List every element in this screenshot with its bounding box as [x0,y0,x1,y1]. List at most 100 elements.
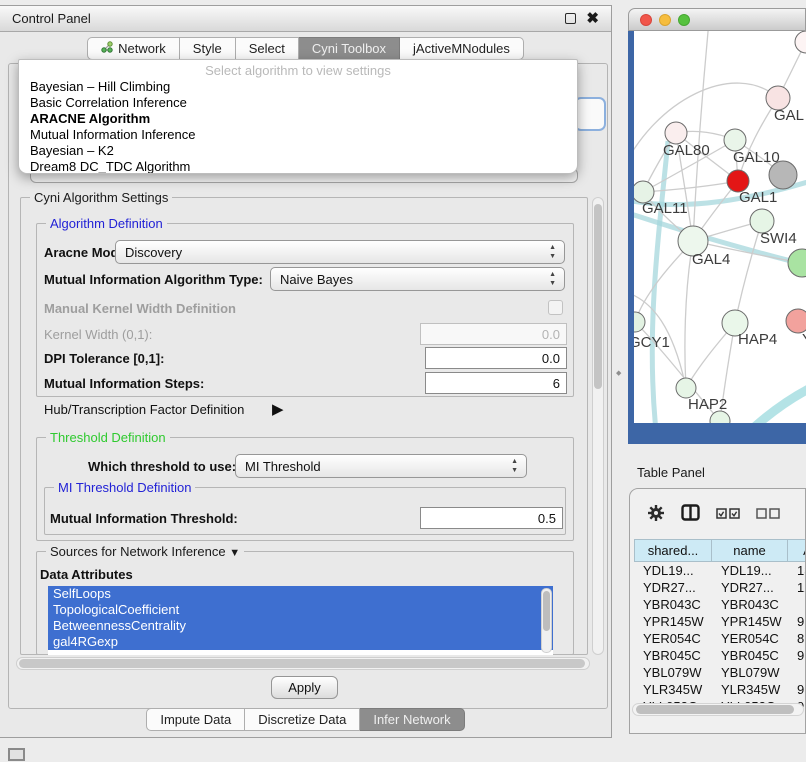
network-edge[interactable] [750,379,806,423]
algorithm-option-basic-correlation-inference[interactable]: Basic Correlation Inference [19,95,577,111]
network-window-frame: GALGAL80GAL10GAL1GAL11SWI4GAL4GCY1HAP4YH… [628,31,806,444]
network-edge[interactable] [693,31,709,241]
close-icon[interactable]: ✖ [586,13,599,24]
threshold-definition-title: Threshold Definition [46,430,170,445]
table-cell: 9. [788,613,806,630]
unchecked-boxes-icon[interactable] [756,507,780,522]
network-edge[interactable] [735,221,762,323]
occluded-combo-focus-ring [574,97,606,131]
tab-impute-data[interactable]: Impute Data [146,708,245,731]
tab-select[interactable]: Select [236,37,299,60]
mi-type-select[interactable]: Naive Bayes ▲▼ [270,267,565,291]
mi-threshold-label: Mutual Information Threshold: [50,511,238,526]
close-light[interactable] [640,14,652,26]
table-cell: YPR145W [712,613,788,630]
table-cell: 8. [788,630,806,647]
data-attribute-option[interactable]: gal4RGexp [48,634,553,650]
table-cell: 9. [788,647,806,664]
column-header-a[interactable]: A [788,539,806,562]
network-node-gal80[interactable] [665,122,687,144]
hub-section-label[interactable]: Hub/Transcription Factor Definition [44,402,244,417]
network-node[interactable] [788,249,806,277]
network-edge[interactable] [652,141,668,423]
network-node[interactable] [795,31,806,53]
control-panel-title: Control Panel [12,11,91,26]
aracne-mode-select[interactable]: Discovery ▲▼ [115,240,565,264]
expand-arrow-icon[interactable]: ▶ [272,400,284,418]
apply-button[interactable]: Apply [271,676,338,699]
node-label: GAL4 [692,251,730,268]
node-label: GAL [774,107,804,124]
tab-style[interactable]: Style [180,37,236,60]
network-icon [101,41,113,56]
collapse-arrow-icon[interactable]: ▼ [229,547,240,559]
tab-cyni-toolbox[interactable]: Cyni Toolbox [299,37,400,60]
table-horizontal-scrollbar[interactable] [632,703,804,716]
node-label: GAL1 [739,189,777,206]
algorithm-option-mutual-information-inference[interactable]: Mutual Information Inference [19,127,577,143]
table-row[interactable]: YPR145WYPR145W9. [634,613,806,630]
table-row[interactable]: YBR043CYBR043C [634,596,806,613]
tab-label: Discretize Data [258,712,346,727]
table-cell: YDR27... [634,579,712,596]
table-row[interactable]: YBR045CYBR045C9. [634,647,806,664]
gear-icon[interactable] [647,504,665,525]
mi-threshold-field[interactable]: 0.5 [420,507,563,529]
kernel-width-field[interactable]: 0.0 [420,323,567,345]
tab-network[interactable]: Network [87,37,180,60]
tab-label: Infer Network [373,712,450,727]
settings-horizontal-scrollbar[interactable] [16,657,590,670]
aracne-mode-value: Discovery [125,245,182,260]
manual-kernel-checkbox[interactable] [548,300,563,315]
minimize-light[interactable] [659,14,671,26]
network-canvas[interactable]: GALGAL80GAL10GAL1GAL11SWI4GAL4GCY1HAP4YH… [634,31,806,423]
node-label: Y [802,331,806,348]
data-attribute-option[interactable]: BetweennessCentrality [48,618,553,634]
algorithm-option-dream8-dc-tdc-algorithm[interactable]: Dream8 DC_TDC Algorithm [19,159,577,174]
network-node-gcy1[interactable] [634,312,645,332]
network-edge[interactable] [643,181,738,192]
table-row[interactable]: YBL079WYBL079W [634,664,806,681]
data-attribute-option[interactable]: SelfLoops [48,586,553,602]
mi-steps-label: Mutual Information Steps: [44,376,204,391]
table-row[interactable]: YER054CYER054C8. [634,630,806,647]
node-label: HAP4 [738,331,777,348]
column-header-shared[interactable]: shared... [634,539,712,562]
network-node-hap2[interactable] [676,378,696,398]
column-header-name[interactable]: name [712,539,788,562]
table-cell: YDR27... [712,579,788,596]
which-threshold-select[interactable]: MI Threshold ▲▼ [235,454,527,478]
algorithm-dropdown-popup: Select algorithm to view settings Bayesi… [18,59,578,174]
settings-vertical-scrollbar[interactable] [592,197,604,655]
dock-panel-icon[interactable] [8,748,25,761]
network-node-gal10[interactable] [724,129,746,151]
stepper-icon: ▲▼ [511,457,518,475]
algorithm-option-bayesian-hill-climbing[interactable]: Bayesian – Hill Climbing [19,79,577,95]
node-label: GAL11 [642,200,688,217]
table-row[interactable]: YDL19...YDL19...13 [634,562,806,579]
splitter-handle[interactable]: ◆ [616,369,621,376]
tab-infer-network[interactable]: Infer Network [360,708,464,731]
table-cell: YBR043C [634,596,712,613]
table-toolbar [630,495,805,533]
split-columns-icon[interactable] [681,504,700,524]
dpi-tolerance-field[interactable]: 0.0 [425,347,567,369]
tab-jactivemnodules[interactable]: jActiveMNodules [400,37,524,60]
float-panel-icon[interactable] [565,13,576,24]
which-threshold-label: Which threshold to use: [88,459,236,474]
tab-discretize-data[interactable]: Discretize Data [245,708,360,731]
algorithm-option-bayesian-k2[interactable]: Bayesian – K2 [19,143,577,159]
zoom-light[interactable] [678,14,690,26]
dpi-tolerance-label: DPI Tolerance [0,1]: [44,351,164,366]
table-row[interactable]: YDR27...YDR27...12 [634,579,806,596]
data-attributes-list[interactable]: SelfLoopsTopologicalCoefficientBetweenne… [48,586,553,655]
algorithm-option-aracne-algorithm[interactable]: ARACNE Algorithm [19,111,577,127]
data-attribute-option[interactable]: TopologicalCoefficient [48,602,553,618]
table-cell: YER054C [712,630,788,647]
checked-boxes-icon[interactable] [716,507,740,522]
attributes-scrollbar[interactable] [541,588,552,653]
mi-steps-field[interactable]: 6 [425,372,567,394]
control-panel-titlebar: Control Panel ✖ [0,6,611,32]
network-node-y[interactable] [786,309,806,333]
table-row[interactable]: YLR345WYLR345W9. [634,681,806,698]
